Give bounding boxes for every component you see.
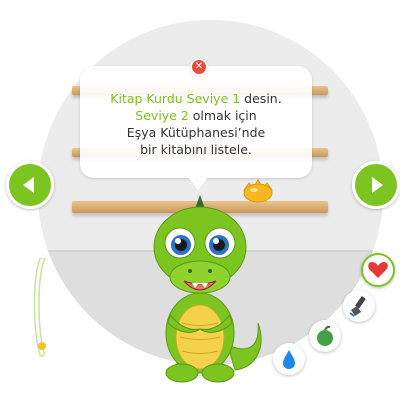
chevron-right-icon bbox=[372, 177, 383, 193]
water-drop-icon bbox=[283, 350, 295, 369]
next-button[interactable] bbox=[352, 161, 400, 209]
speech-bubble: Kitap Kurdu Seviye 1 desin. Seviye 2 olm… bbox=[80, 66, 312, 178]
level-name: Kitap Kurdu Seviye 1 bbox=[110, 91, 241, 106]
apple-icon bbox=[317, 325, 333, 346]
feed-button[interactable] bbox=[309, 320, 341, 352]
next-level: Seviye 2 bbox=[135, 108, 189, 123]
bubble-message: Kitap Kurdu Seviye 1 desin. Seviye 2 olm… bbox=[110, 91, 282, 157]
bubble-tail bbox=[187, 176, 209, 190]
brush-icon bbox=[349, 296, 366, 317]
previous-button[interactable] bbox=[6, 161, 54, 209]
heart-button[interactable] bbox=[361, 253, 395, 287]
close-icon[interactable]: ✕ bbox=[190, 58, 208, 76]
chevron-left-icon bbox=[23, 177, 34, 193]
energy-gauge bbox=[33, 258, 46, 357]
pet-screen: Kitap Kurdu Seviye 1 desin. Seviye 2 olm… bbox=[0, 0, 400, 400]
water-button[interactable] bbox=[273, 343, 305, 375]
dinosaur-character bbox=[153, 195, 262, 383]
clean-button[interactable] bbox=[343, 290, 375, 322]
heart-icon bbox=[368, 262, 388, 278]
